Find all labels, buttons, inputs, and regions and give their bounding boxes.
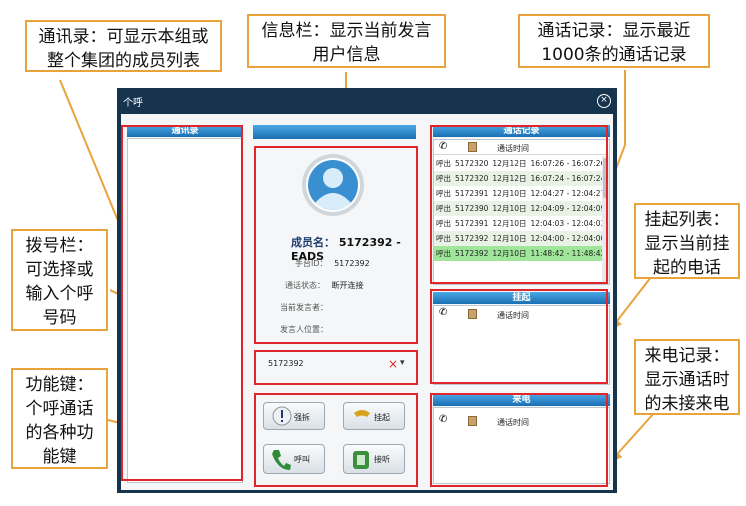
callout-incoming: 来电记录： 显示通话时 的未接来电 [634, 339, 740, 415]
call-button[interactable]: 呼叫 [263, 444, 325, 474]
call-row[interactable]: 呼出 5172320 12月12日 16:07:26 - 16:07:26 [434, 156, 607, 171]
answer-button[interactable]: 接听 [343, 444, 405, 474]
hold-phone-icon [354, 410, 370, 417]
time-col-header: 通话时间 [497, 144, 529, 153]
member-info-panel: 成员名： 5172392 - EADS 手台ID： 5172392 通话状态： … [257, 144, 413, 342]
callout-contacts: 通讯录：可显示本组或 整个集团的成员列表 [25, 20, 222, 72]
current-speaker-label: 当前发言者： [280, 303, 328, 312]
call-row[interactable]: 呼出 5172390 12月10日 12:04:09 - 12:04:09 [434, 201, 608, 216]
hold-phone-col-icon: ✆ [439, 307, 448, 318]
hold-header: 挂起 [433, 292, 610, 304]
call-log-table: 呼出 5172320 12月12日 16:07:26 - 16:07:26 呼出 517… [434, 156, 608, 261]
call-phone-icon [272, 450, 291, 470]
phone-col-icon: ✆ [439, 141, 448, 152]
hold-list[interactable]: ✆ 通话时间 [433, 305, 610, 385]
hold-person-col-icon [468, 309, 477, 319]
incoming-person-col-icon [468, 416, 477, 426]
answer-phone-icon [353, 451, 369, 469]
contacts-list[interactable] [127, 138, 243, 483]
callout-dial: 拨号栏： 可选择或 输入个呼 号码 [11, 229, 108, 331]
person-col-icon [468, 142, 477, 152]
call-row[interactable]: 呼出 5172392 12月10日 12:04:00 - 12:04:00 [434, 231, 608, 246]
call-row[interactable]: 呼出 5172391 12月10日 12:04:03 - 12:04:03 [434, 216, 607, 231]
contacts-header: 通讯录 [127, 125, 243, 137]
call-label: 呼叫 [294, 455, 310, 464]
radio-id-label: 手台ID： [295, 259, 328, 268]
window-title: 个呼 [123, 98, 143, 109]
exclamation-icon [272, 406, 292, 426]
call-row-selected[interactable]: 呼出 5172392 12月10日 11:48:42 - 11:48:42 [434, 246, 608, 261]
force-release-label: 强拆 [294, 413, 310, 422]
callout-info: 信息栏：显示当前发言 用户信息 [247, 14, 446, 68]
speaker-location-label: 发言人位置： [280, 325, 328, 334]
incoming-phone-col-icon: ✆ [439, 414, 448, 425]
incoming-list[interactable]: ✆ 通话时间 [433, 407, 610, 484]
call-row[interactable]: 呼出 5172391 12月10日 12:04:27 - 12:04:27 [434, 186, 607, 201]
callout-call-log: 通话记录：显示最近 1000条的通话记录 [518, 14, 710, 68]
callout-functions: 功能键： 个呼通话 的各种功 能键 [11, 368, 108, 469]
member-name-label: 成员名： [291, 236, 335, 249]
close-icon[interactable]: × [597, 94, 611, 108]
dial-input-value: 5172392 [268, 359, 304, 368]
call-row[interactable]: 呼出 5172320 12月12日 16:07:24 - 16:07:24 [434, 171, 608, 186]
call-log-scrollbar[interactable] [602, 156, 609, 284]
info-header [253, 125, 416, 139]
hold-time-col-header: 通话时间 [497, 311, 529, 320]
incoming-time-col-header: 通话时间 [497, 418, 529, 427]
call-log-list[interactable]: ✆ 通话时间 呼出 5172320 12月12日 16:07:26 - 16:07:2… [433, 139, 610, 285]
radio-id-value: 5172392 [334, 259, 370, 268]
incoming-header: 来电 [433, 394, 610, 406]
call-status-label: 通话状态： [285, 281, 325, 290]
hold-button[interactable]: 挂起 [343, 402, 405, 430]
user-avatar-icon [302, 154, 364, 216]
hold-label: 挂起 [374, 413, 390, 422]
window-body: 通讯录 成员名： 5172392 - EADS 手台ID： 5172392 通话… [121, 114, 613, 490]
force-release-button[interactable]: 强拆 [263, 402, 325, 430]
answer-label: 接听 [374, 455, 390, 464]
chevron-down-icon[interactable]: ▾ [400, 358, 405, 368]
call-window: 个呼 × 通讯录 成员名： 5172392 - EADS 手台ID： 51723… [117, 88, 617, 493]
call-log-header: 通话记录 [433, 125, 610, 137]
clear-icon[interactable]: × [388, 357, 398, 371]
call-status-value: 断开连接 [331, 281, 364, 290]
callout-hold: 挂起列表： 显示当前挂 起的电话 [634, 203, 740, 279]
dial-input[interactable]: 5172392 × ▾ [260, 354, 410, 376]
